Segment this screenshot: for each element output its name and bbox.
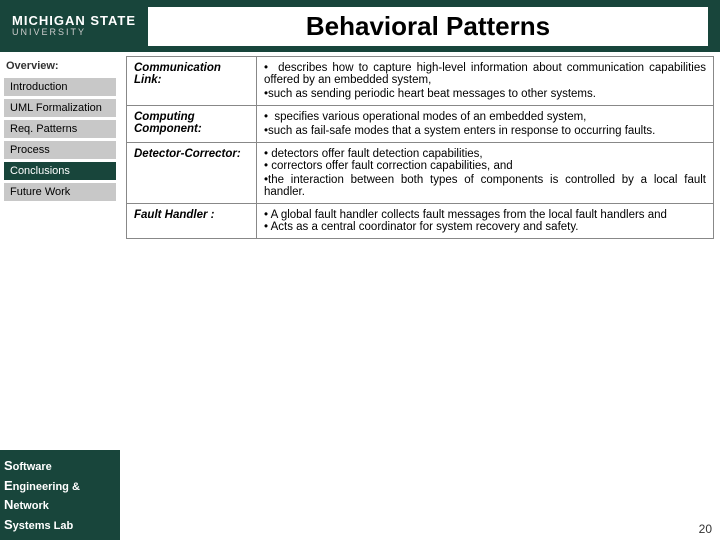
sidebar-item-uml[interactable]: UML Formalization bbox=[4, 99, 116, 117]
table-row: Computing Component: • specifies various… bbox=[127, 106, 714, 143]
footer-line-3: Network bbox=[4, 495, 116, 515]
term-label: Communication Link: bbox=[134, 62, 221, 86]
msu-name: MICHIGAN STATE bbox=[12, 14, 136, 28]
accent-e: E bbox=[4, 478, 13, 493]
desc-cell: • describes how to capture high-level in… bbox=[257, 57, 714, 106]
term-cell: Detector-Corrector: bbox=[127, 143, 257, 204]
sidebar-item-process[interactable]: Process bbox=[4, 141, 116, 159]
footer-line-1: Software bbox=[4, 456, 116, 476]
term-cell: Communication Link: bbox=[127, 57, 257, 106]
term-cell: Fault Handler : bbox=[127, 204, 257, 239]
desc-text: • detectors offer fault detection capabi… bbox=[264, 148, 706, 198]
patterns-table: Communication Link: • describes how to c… bbox=[126, 56, 714, 239]
footer-line-4: Systems Lab bbox=[4, 515, 116, 535]
bullet-block: •the interaction between both types of c… bbox=[264, 174, 706, 198]
header: MICHIGAN STATE UNIVERSITY Behavioral Pat… bbox=[0, 0, 720, 52]
sidebar-item-req-patterns[interactable]: Req. Patterns bbox=[4, 120, 116, 138]
page-title: Behavioral Patterns bbox=[148, 7, 708, 46]
sidebar-item-future-work[interactable]: Future Work bbox=[4, 183, 116, 201]
term-label: Computing Component: bbox=[134, 111, 202, 135]
desc-text: • A global fault handler collects fault … bbox=[264, 209, 667, 233]
table-row: Communication Link: • describes how to c… bbox=[127, 57, 714, 106]
desc-cell: • specifies various operational modes of… bbox=[257, 106, 714, 143]
accent-n: N bbox=[4, 497, 13, 512]
sidebar-item-conclusions[interactable]: Conclusions bbox=[4, 162, 116, 180]
accent-s: S bbox=[4, 458, 13, 473]
footer-line-2: Engineering & bbox=[4, 476, 116, 496]
footer-sens-lab: Software Engineering & Network Systems L… bbox=[0, 450, 120, 540]
term-cell: Computing Component: bbox=[127, 106, 257, 143]
accent-s2: S bbox=[4, 517, 13, 532]
table-row: Fault Handler : • A global fault handler… bbox=[127, 204, 714, 239]
sidebar-item-introduction[interactable]: Introduction bbox=[4, 78, 116, 96]
table-row: Detector-Corrector: • detectors offer fa… bbox=[127, 143, 714, 204]
desc-cell: • A global fault handler collects fault … bbox=[257, 204, 714, 239]
bullet-block: •such as sending periodic heart beat mes… bbox=[264, 88, 706, 100]
sidebar-overview-label: Overview: bbox=[4, 60, 116, 72]
bullet-block: •such as fail-safe modes that a system e… bbox=[264, 125, 706, 137]
page-number: 20 bbox=[699, 522, 712, 536]
desc-cell: • detectors offer fault detection capabi… bbox=[257, 143, 714, 204]
desc-text: • specifies various operational modes of… bbox=[264, 111, 706, 137]
msu-sub: UNIVERSITY bbox=[12, 28, 136, 38]
term-label: Fault Handler : bbox=[134, 209, 215, 221]
content-area: Communication Link: • describes how to c… bbox=[120, 52, 720, 540]
term-label: Detector-Corrector: bbox=[134, 148, 241, 160]
msu-logo: MICHIGAN STATE UNIVERSITY bbox=[12, 14, 136, 38]
desc-text: • describes how to capture high-level in… bbox=[264, 62, 706, 100]
